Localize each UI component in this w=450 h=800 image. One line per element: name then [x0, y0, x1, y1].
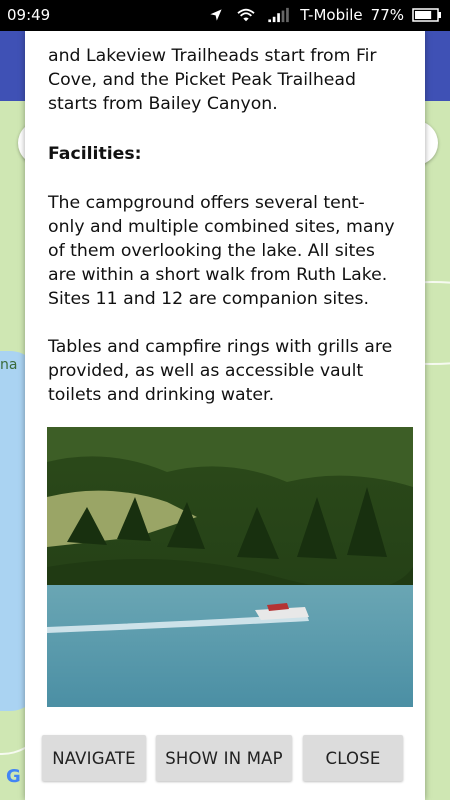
battery-percent: 77% [370, 6, 404, 24]
wifi-icon [237, 8, 255, 22]
lake-photo [47, 427, 413, 707]
dialog-button-bar: NAVIGATE SHOW IN MAP CLOSE [42, 735, 412, 781]
battery-icon [412, 8, 441, 22]
description-paragraph: and Lakeview Trailheads start from Fir C… [48, 46, 377, 114]
carrier-name: T-Mobile [300, 6, 363, 24]
campground-info-dialog: and Lakeview Trailheads start from Fir C… [25, 31, 425, 800]
facilities-heading: Facilities: [48, 144, 142, 164]
amenities-paragraph: Tables and campfire rings with grills ar… [48, 337, 393, 405]
navigate-button[interactable]: NAVIGATE [42, 735, 146, 781]
signal-icon [268, 7, 290, 23]
status-icons: T-Mobile 77% [206, 6, 442, 24]
status-bar: 09:49 T-Mobile 77% [0, 0, 450, 31]
show-in-map-button[interactable]: SHOW IN MAP [156, 735, 292, 781]
location-arrow-icon [210, 9, 222, 21]
status-time: 09:49 [7, 6, 51, 24]
facilities-paragraph: The campground offers several tent-only … [48, 193, 395, 309]
close-button[interactable]: CLOSE [303, 735, 403, 781]
map-label: na [0, 357, 18, 373]
google-g-icon: G [6, 766, 21, 787]
